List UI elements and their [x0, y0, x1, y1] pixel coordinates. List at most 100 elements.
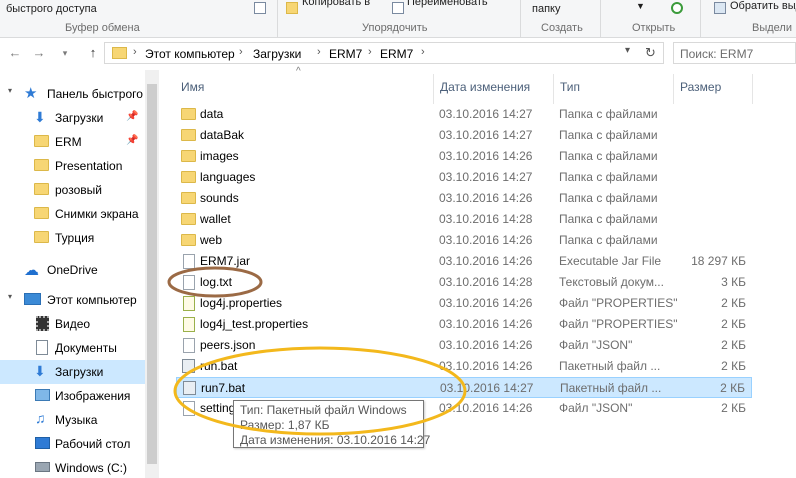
sidebar-item-pictures[interactable]: Изображения [0, 384, 145, 408]
file-date: 03.10.2016 14:26 [439, 149, 533, 163]
sidebar-item-presentation[interactable]: Presentation [0, 154, 145, 178]
sort-ascending-icon: ^ [296, 66, 301, 77]
sidebar-item-screenshots[interactable]: Снимки экрана [0, 202, 145, 226]
invert-selection-button[interactable]: Обратить выд [730, 0, 796, 12]
file-type: Пакетный файл ... [559, 359, 661, 373]
text-file-icon [183, 401, 195, 416]
file-row[interactable]: run7.bat 03.10.2016 14:27 Пакетный файл ..… [176, 377, 752, 398]
file-row[interactable]: data 03.10.2016 14:27 Папка с файлами [176, 104, 752, 125]
file-type: Папка с файлами [559, 212, 658, 226]
sidebar-item-label: Музыка [55, 413, 98, 427]
file-row[interactable]: sounds 03.10.2016 14:26 Папка с файлами [176, 188, 752, 209]
file-row[interactable]: log4j_test.properties 03.10.2016 14:26 Фай… [176, 314, 752, 335]
batch-file-icon [182, 359, 195, 373]
column-header-date[interactable]: Дата изменения [440, 80, 530, 94]
sidebar-item-windows-c[interactable]: Windows (C:) [0, 456, 145, 478]
file-row[interactable]: run.bat 03.10.2016 14:26 Пакетный файл ...… [176, 356, 752, 377]
file-name: languages [200, 170, 256, 184]
folder-icon [181, 129, 196, 141]
sidebar-item-label: Этот компьютер [47, 293, 137, 307]
file-row[interactable]: ERM7.jar 03.10.2016 14:26 Executable Jar F… [176, 251, 752, 272]
sidebar-item-downloads[interactable]: ⬇ Загрузки [0, 360, 145, 384]
back-button[interactable]: ← [8, 45, 22, 61]
file-type: Файл "PROPERTIES" [559, 317, 677, 331]
sidebar-item-pink[interactable]: розовый [0, 178, 145, 202]
file-row[interactable]: log.txt 03.10.2016 14:28 Текстовый докум..… [176, 272, 752, 293]
address-dropdown-icon[interactable]: ▾ [625, 45, 630, 56]
breadcrumb-downloads[interactable]: Загрузки [253, 47, 301, 61]
sidebar-item-label: OneDrive [47, 263, 98, 277]
file-date: 03.10.2016 14:27 [439, 128, 533, 142]
tooltip-date: Дата изменения: 03.10.2016 14:27 [240, 433, 431, 447]
file-row[interactable]: languages 03.10.2016 14:27 Папка с файлами [176, 167, 752, 188]
file-type: Папка с файлами [559, 149, 658, 163]
sidebar-item-onedrive[interactable]: ☁ OneDrive [0, 258, 145, 282]
address-box[interactable]: › Этот компьютер › Загрузки › ERM7 › ERM… [104, 42, 664, 64]
breadcrumb-erm7[interactable]: ERM7 [329, 47, 362, 61]
file-name: web [200, 233, 223, 247]
rename-button[interactable]: Переименовать [407, 0, 488, 8]
column-separator[interactable] [433, 74, 434, 104]
file-row[interactable]: wallet 03.10.2016 14:28 Папка с файлами [176, 209, 752, 230]
file-date: 03.10.2016 14:26 [439, 191, 533, 205]
navigation-pane: ▾ ★ Панель быстрого ⬇ Загрузки 📌 ERM 📌 P… [0, 70, 145, 478]
file-type: Executable Jar File [559, 254, 662, 268]
scrollbar-thumb[interactable] [147, 84, 157, 464]
column-header-name[interactable]: Имя [181, 80, 204, 94]
column-header-type[interactable]: Тип [560, 80, 580, 94]
sidebar-item-erm[interactable]: ERM 📌 [0, 130, 145, 154]
file-name: log4j_test.properties [200, 317, 309, 331]
file-date: 03.10.2016 14:26 [439, 359, 533, 373]
sidebar-item-label: Турция [55, 231, 95, 245]
history-icon[interactable] [671, 2, 683, 14]
drive-icon [35, 462, 50, 472]
sidebar-item-quick-access[interactable]: ▾ ★ Панель быстрого [0, 82, 145, 106]
quick-access-label[interactable]: быстрого доступа [6, 3, 97, 15]
column-separator[interactable] [752, 74, 753, 104]
computer-icon [24, 293, 41, 305]
column-separator[interactable] [553, 74, 554, 104]
file-name: run.bat [200, 359, 238, 373]
copy-to-button[interactable]: Копировать в [302, 0, 370, 8]
recent-locations-icon[interactable]: ▾ [58, 45, 72, 61]
sidebar-item-turkey[interactable]: Турция [0, 226, 145, 250]
sidebar-item-this-pc[interactable]: ▾ Этот компьютер [0, 288, 145, 312]
file-tooltip: Тип: Пакетный файл Windows Размер: 1,87 … [233, 400, 430, 448]
column-header-size[interactable]: Размер [680, 80, 721, 94]
star-icon: ★ [24, 85, 38, 102]
paste-shortcut-icon[interactable] [254, 2, 266, 14]
copy-to-icon [286, 2, 298, 14]
breadcrumb-this-pc[interactable]: Этот компьютер [145, 47, 235, 61]
create-group-label: Создать [541, 22, 583, 34]
up-button[interactable]: ↑ [86, 45, 100, 61]
file-size: 2 КБ [721, 359, 746, 373]
file-row[interactable]: web 03.10.2016 14:26 Папка с файлами [176, 230, 752, 251]
sidebar-item-label: Панель быстрого [47, 87, 143, 101]
new-folder-button[interactable]: папку [532, 3, 560, 15]
sidebar-scrollbar[interactable] [145, 70, 159, 478]
column-separator[interactable] [673, 74, 674, 104]
file-date: 03.10.2016 14:27 [440, 381, 534, 395]
sidebar-item-documents[interactable]: Документы [0, 336, 145, 360]
breadcrumb-erm7-sub[interactable]: ERM7 [380, 47, 413, 61]
file-row[interactable]: dataBak 03.10.2016 14:27 Папка с файлами [176, 125, 752, 146]
file-type: Папка с файлами [559, 128, 658, 142]
sidebar-item-label: ERM [55, 135, 82, 149]
sidebar-item-downloads-pinned[interactable]: ⬇ Загрузки 📌 [0, 106, 145, 130]
file-row[interactable]: images 03.10.2016 14:26 Папка с файлами [176, 146, 752, 167]
search-input[interactable]: Поиск: ERM7 [673, 42, 796, 64]
sidebar-item-music[interactable]: ♫ Музыка [0, 408, 145, 432]
open-dropdown-icon[interactable]: ▼ [636, 1, 645, 11]
refresh-icon[interactable]: ↻ [645, 45, 656, 61]
chevron-down-icon[interactable]: ▾ [8, 86, 12, 95]
chevron-down-icon[interactable]: ▾ [8, 292, 12, 301]
folder-icon [181, 108, 196, 120]
file-row[interactable]: peers.json 03.10.2016 14:26 Файл "JSON" 2 К… [176, 335, 752, 356]
forward-button[interactable]: → [32, 45, 46, 61]
file-size: 2 КБ [721, 401, 746, 415]
sidebar-item-video[interactable]: Видео [0, 312, 145, 336]
file-date: 03.10.2016 14:26 [439, 338, 533, 352]
sidebar-item-desktop[interactable]: Рабочий стол [0, 432, 145, 456]
folder-icon [112, 47, 127, 59]
file-row[interactable]: log4j.properties 03.10.2016 14:26 Файл "PR… [176, 293, 752, 314]
